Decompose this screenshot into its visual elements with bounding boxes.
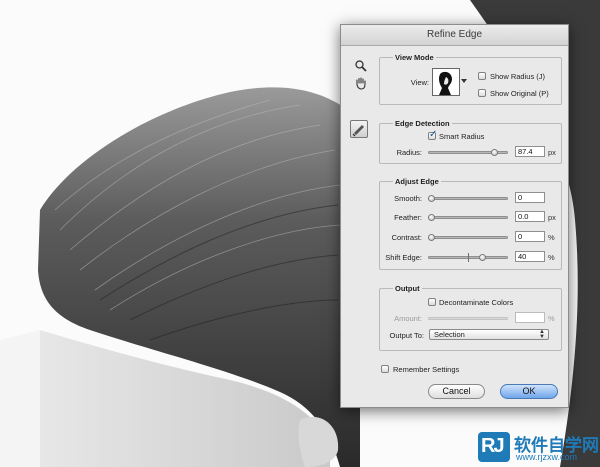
- output-title: Output: [393, 284, 422, 293]
- dialog-title: Refine Edge: [341, 25, 568, 46]
- decontaminate-colors-label: Decontaminate Colors: [439, 298, 514, 307]
- select-arrows-icon: ▲ ▼: [539, 329, 545, 340]
- watermark-logo: RJ: [478, 432, 510, 462]
- adjust-edge-group: Adjust Edge Smooth: 0 Feather: 0.0 px Co…: [379, 177, 562, 270]
- feather-input[interactable]: 0.0: [515, 211, 545, 222]
- shift-edge-slider-knob[interactable]: [479, 254, 487, 261]
- chevron-down-icon[interactable]: [461, 79, 467, 83]
- radius-slider-knob[interactable]: [490, 149, 498, 156]
- edge-detection-group: Edge Detection ✓ Smart Radius Radius: 87…: [379, 119, 562, 164]
- adjust-edge-title: Adjust Edge: [393, 177, 441, 186]
- remember-settings-checkbox[interactable]: [381, 365, 389, 373]
- smooth-input[interactable]: 0: [515, 192, 545, 203]
- shift-edge-slider[interactable]: [428, 253, 508, 262]
- output-to-select[interactable]: Selection ▲ ▼: [429, 329, 549, 340]
- edge-detection-title: Edge Detection: [393, 119, 452, 128]
- feather-slider[interactable]: [428, 214, 508, 221]
- radius-input[interactable]: 87.4: [515, 146, 545, 157]
- smooth-label: Smooth:: [394, 194, 422, 203]
- show-original-checkbox[interactable]: [478, 89, 486, 97]
- watermark-url: www.rjzxw.com: [516, 452, 578, 462]
- output-to-value: Selection: [434, 330, 465, 339]
- show-radius-label: Show Radius (J): [490, 72, 546, 81]
- refine-edge-dialog: Refine Edge View Mode View: Show Radius …: [340, 24, 569, 408]
- smooth-slider-knob[interactable]: [428, 195, 435, 202]
- radius-unit: px: [548, 148, 556, 157]
- decontaminate-colors-checkbox[interactable]: [428, 298, 436, 306]
- contrast-slider-knob[interactable]: [428, 234, 435, 241]
- shift-edge-unit: %: [548, 253, 555, 262]
- show-radius-checkbox[interactable]: [478, 72, 486, 80]
- feather-unit: px: [548, 213, 556, 222]
- smart-radius-label: Smart Radius: [439, 132, 485, 141]
- radius-slider[interactable]: [428, 149, 508, 156]
- view-label: View:: [410, 78, 429, 87]
- contrast-unit: %: [548, 233, 555, 242]
- amount-input: [515, 312, 545, 323]
- view-mode-title: View Mode: [393, 53, 436, 62]
- feather-label: Feather:: [394, 213, 422, 222]
- magnifier-icon[interactable]: [354, 59, 370, 75]
- amount-slider: [428, 317, 508, 320]
- watermark: RJ 软件自学网 www.rjzxw.com: [478, 431, 599, 465]
- amount-label: Amount:: [394, 314, 422, 323]
- contrast-input[interactable]: 0: [515, 231, 545, 242]
- hand-icon[interactable]: [354, 76, 370, 92]
- output-group: Output Decontaminate Colors Amount: % Ou…: [379, 284, 562, 351]
- feather-slider-knob[interactable]: [428, 214, 435, 221]
- contrast-label: Contrast:: [391, 233, 422, 242]
- cancel-button[interactable]: Cancel: [428, 384, 485, 399]
- smart-radius-checkbox[interactable]: ✓: [428, 129, 437, 140]
- shift-edge-input[interactable]: 40: [515, 251, 545, 262]
- contrast-slider[interactable]: [428, 234, 508, 241]
- ok-button[interactable]: OK: [500, 384, 558, 399]
- shift-edge-center-tick: [468, 253, 469, 262]
- show-original-label: Show Original (P): [490, 89, 549, 98]
- remember-settings-label: Remember Settings: [393, 365, 460, 374]
- refine-radius-brush-icon[interactable]: [350, 120, 368, 138]
- radius-label: Radius:: [396, 148, 422, 157]
- smooth-slider[interactable]: [428, 195, 508, 202]
- output-to-label: Output To:: [389, 331, 424, 340]
- view-mode-group: View Mode View: Show Radius (J) Show Ori…: [379, 53, 562, 105]
- view-mode-thumbnail[interactable]: [432, 68, 460, 96]
- shift-edge-label: Shift Edge:: [385, 253, 422, 262]
- amount-unit: %: [548, 314, 555, 323]
- watermark-logo-text: RJ: [481, 435, 505, 457]
